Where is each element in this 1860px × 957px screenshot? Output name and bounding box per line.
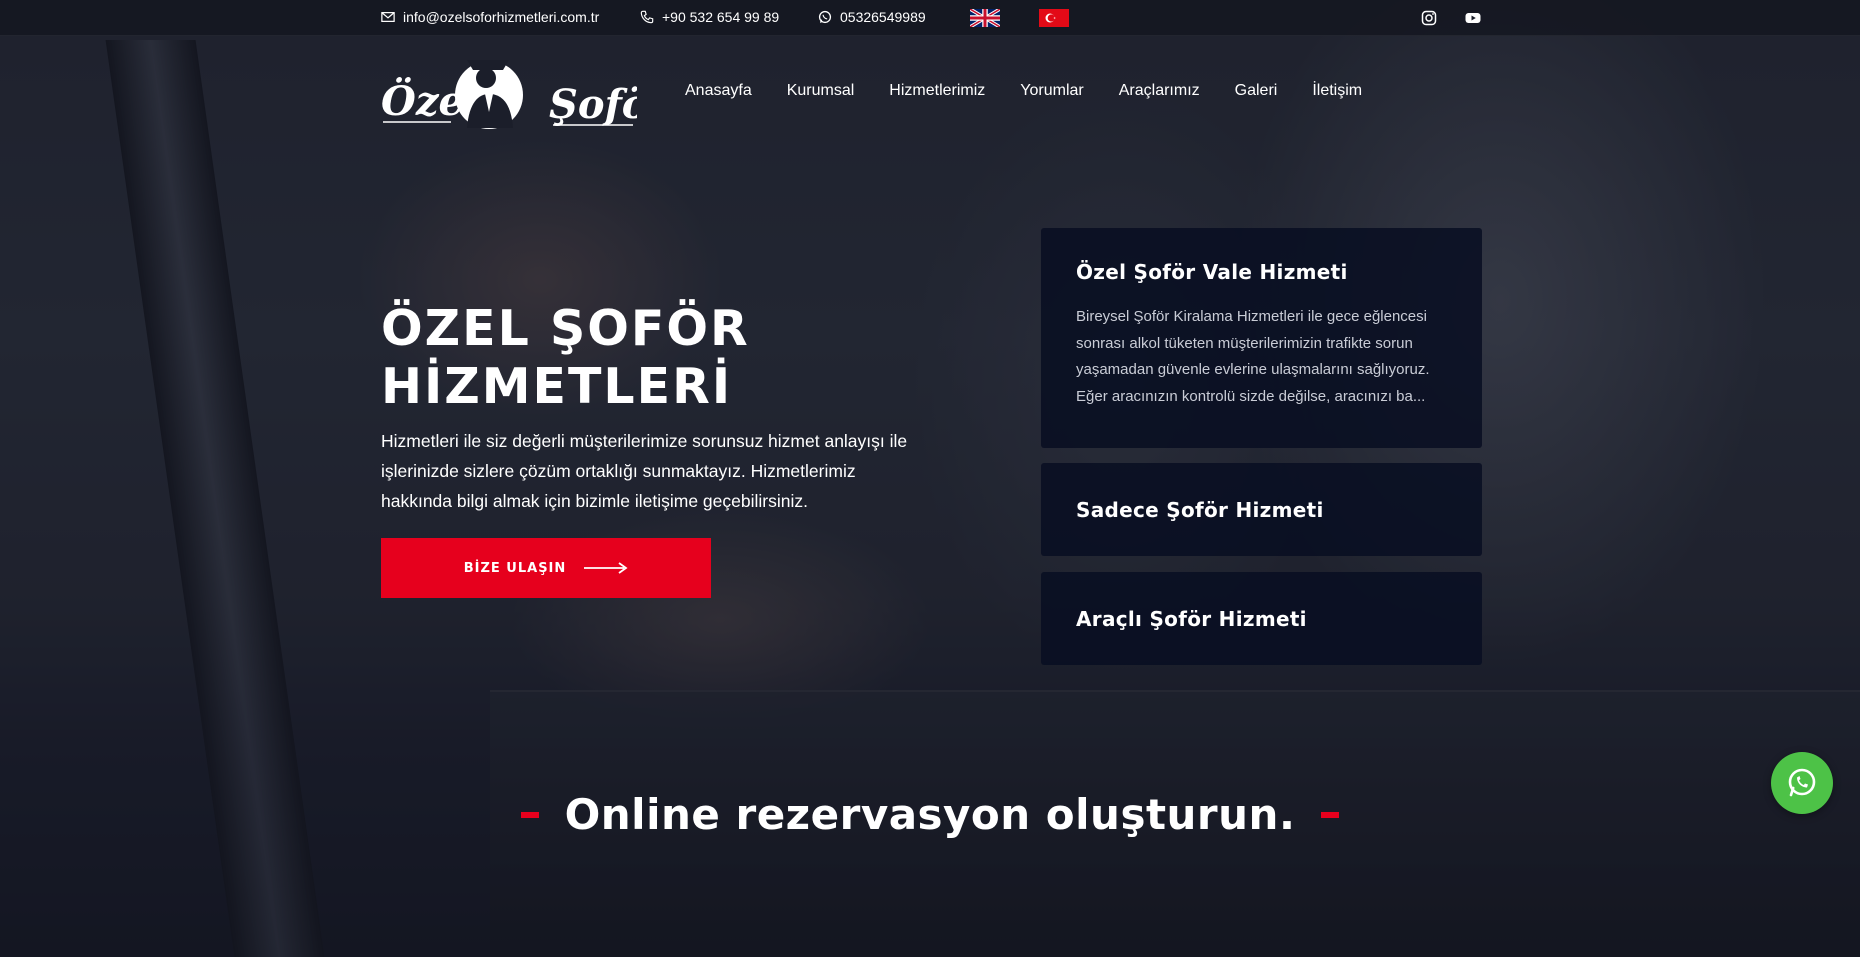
envelope-icon: [381, 12, 395, 22]
service-card-title: Özel Şoför Vale Hizmeti: [1076, 260, 1348, 284]
site-logo[interactable]: Özel Şoför: [381, 50, 637, 136]
email-link[interactable]: info@ozelsoforhizmetleri.com.tr: [381, 9, 599, 25]
svg-text:Şoför: Şoför: [549, 81, 637, 128]
hero-title-line2: HİZMETLERİ: [381, 358, 733, 415]
contact-button-label: BİZE ULAŞIN: [463, 560, 567, 576]
service-card-title: Araçlı Şoför Hizmeti: [1076, 606, 1307, 631]
nav-kurumsal[interactable]: Kurumsal: [787, 82, 855, 100]
turkey-flag-icon[interactable]: [1039, 9, 1069, 27]
top-bar: info@ozelsoforhizmetleri.com.tr +90 532 …: [0, 0, 1860, 36]
nav-araclarimiz[interactable]: Araçlarımız: [1119, 82, 1200, 100]
whatsapp-icon: [818, 10, 832, 24]
phone-link[interactable]: +90 532 654 99 89: [640, 9, 779, 25]
nav-anasayfa[interactable]: Anasayfa: [685, 82, 752, 100]
uk-flag-icon[interactable]: [970, 9, 1000, 27]
hero-title-line1: ÖZEL ŞOFÖR: [381, 300, 750, 357]
reservation-heading-text: Online rezervasyon oluşturun.: [564, 790, 1296, 839]
whatsapp-floating-button[interactable]: [1771, 752, 1833, 814]
hero-title: ÖZEL ŞOFÖR HİZMETLERİ: [381, 300, 941, 416]
whatsapp-link[interactable]: 05326549989: [818, 9, 926, 25]
service-card-sadece-sofor[interactable]: Sadece Şoför Hizmeti: [1041, 463, 1482, 556]
youtube-icon[interactable]: [1465, 10, 1481, 26]
whatsapp-text: 05326549989: [840, 9, 926, 25]
nav-yorumlar[interactable]: Yorumlar: [1020, 82, 1083, 100]
accent-dash-right: [1321, 811, 1340, 818]
service-card-description: Bireysel Şoför Kiralama Hizmetleri ile g…: [1076, 308, 1430, 405]
nav-iletisim[interactable]: İletişim: [1312, 82, 1362, 100]
service-card-vale[interactable]: Özel Şoför Vale Hizmeti Bireysel Şoför K…: [1041, 228, 1482, 448]
phone-icon: [640, 10, 654, 24]
service-card-aracli-sofor[interactable]: Araçlı Şoför Hizmeti: [1041, 572, 1482, 665]
reservation-heading: Online rezervasyon oluşturun.: [0, 790, 1860, 839]
phone-text: +90 532 654 99 89: [662, 9, 780, 25]
nav-hizmetlerimiz[interactable]: Hizmetlerimiz: [889, 82, 985, 100]
email-text: info@ozelsoforhizmetleri.com.tr: [403, 9, 600, 25]
contact-button[interactable]: BİZE ULAŞIN: [381, 538, 711, 598]
instagram-icon[interactable]: [1421, 10, 1437, 26]
service-card-title: Sadece Şoför Hizmeti: [1076, 497, 1324, 522]
whatsapp-icon: [1788, 768, 1816, 797]
hero-description: Hizmetleri ile siz değerli müşterilerimi…: [381, 431, 908, 511]
arrow-right-icon: [584, 562, 628, 574]
nav-galeri[interactable]: Galeri: [1235, 82, 1278, 100]
main-nav: Anasayfa Kurumsal Hizmetlerimiz Yorumlar…: [685, 82, 1397, 100]
accent-dash-left: [520, 811, 539, 818]
